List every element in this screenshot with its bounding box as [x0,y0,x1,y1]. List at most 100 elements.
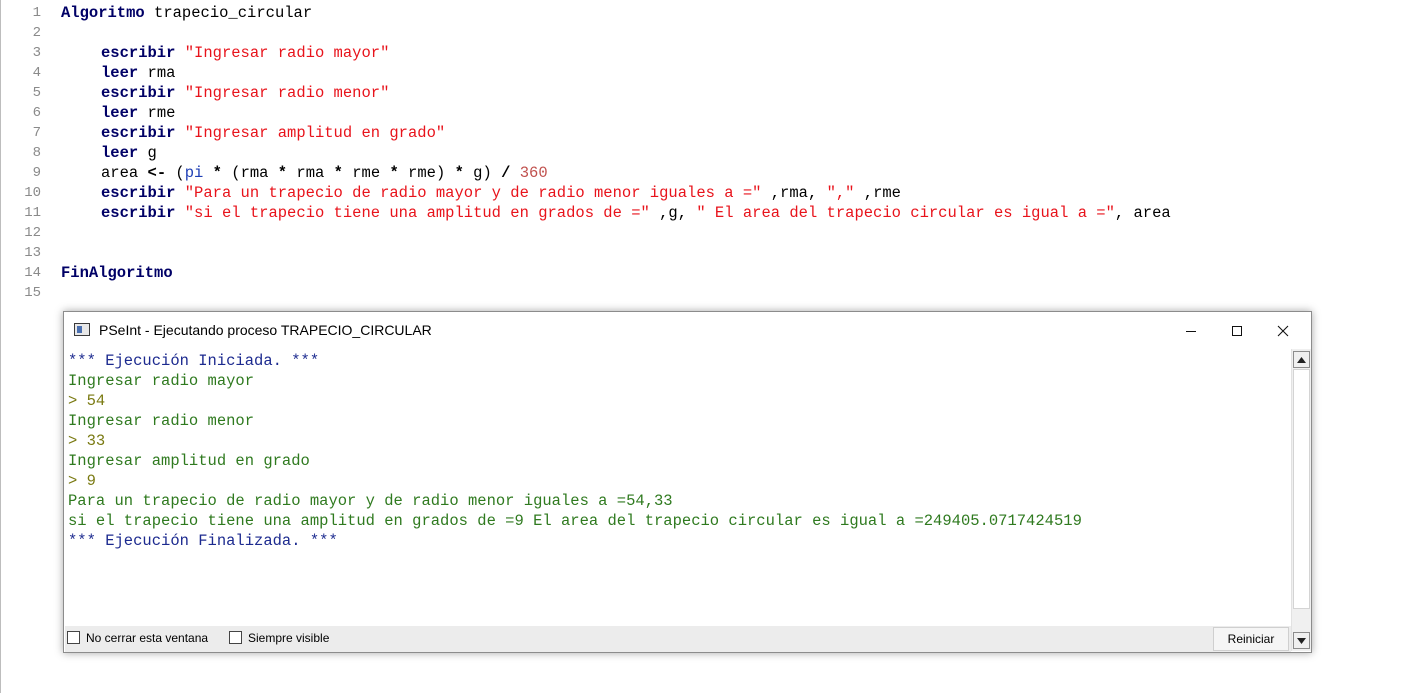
keyword: Algoritmo [61,4,145,22]
line-number: 3 [32,45,41,61]
string-literal: "si el trapecio tiene una amplitud en gr… [184,204,650,222]
always-visible-label[interactable]: Siempre visible [248,631,329,645]
line-number: 12 [24,225,41,241]
code-line-11[interactable]: escribir "si el trapecio tiene una ampli… [101,203,1171,223]
string-literal: "," [826,184,855,202]
operator: * [212,164,222,182]
code-text: rma [287,164,334,182]
number-literal: 360 [519,164,548,182]
code-text: g) [463,164,502,182]
line-number: 13 [24,245,41,261]
always-visible-checkbox[interactable] [229,631,242,644]
code-text: ,rme [854,184,901,202]
code-line-10[interactable]: escribir "Para un trapecio de radio mayo… [101,183,901,203]
line-number: 1 [32,5,41,21]
app-window-icon [74,323,90,336]
code-line-4[interactable]: leer rma [101,63,175,83]
keyword: FinAlgoritmo [61,264,173,282]
console-output[interactable]: *** Ejecución Iniciada. *** Ingresar rad… [65,349,1290,626]
code-text: , area [1114,204,1171,222]
code-line-6[interactable]: leer rme [101,103,175,123]
scrollbar-thumb[interactable] [1293,369,1310,609]
console-line: Ingresar radio menor [68,412,255,430]
operator: * [333,164,343,182]
line-number: 4 [32,65,41,81]
console-line: Para un trapecio de radio mayor y de rad… [68,492,673,510]
keyword: leer [101,144,139,162]
keyword: escribir [101,84,176,102]
close-button[interactable] [1260,312,1306,349]
code-text: rme [342,164,390,182]
maximize-button[interactable] [1214,312,1260,349]
line-number: 8 [32,145,41,161]
code-text: (rma [221,164,278,182]
line-number: 10 [24,185,41,201]
console-line: *** Ejecución Iniciada. *** [68,352,320,370]
line-number: 9 [32,165,41,181]
code-line-1[interactable]: Algoritmo trapecio_circular [61,3,312,23]
line-number: 14 [24,265,41,281]
arrow-down-icon [1297,637,1306,644]
title-bar[interactable]: PSeInt - Ejecutando proceso TRAPECIO_CIR… [64,312,1311,349]
identifier: rme [138,104,176,122]
identifier: rma [138,64,176,82]
identifier: trapecio_circular [144,4,313,22]
scroll-up-button[interactable] [1293,351,1310,368]
bottom-toolbar: No cerrar esta ventana Siempre visible R… [65,626,1291,652]
code-text: ( [166,164,185,182]
operator: * [389,164,399,182]
console-line: > 9 [68,472,96,490]
operator: * [277,164,288,182]
code-line-9[interactable]: area <- (pi * (rma * rma * rme * rme) * … [101,163,548,183]
code-text: ,g, [649,204,697,222]
keep-open-label[interactable]: No cerrar esta ventana [86,631,208,645]
line-number: 2 [32,25,41,41]
string-literal: "Ingresar amplitud en grado" [184,124,446,142]
assign-operator: <- [147,164,167,182]
line-number: 7 [32,125,41,141]
vertical-scrollbar[interactable] [1291,349,1311,651]
code-line-5[interactable]: escribir "Ingresar radio menor" [101,83,389,103]
window-title: PSeInt - Ejecutando proceso TRAPECIO_CIR… [99,322,432,338]
maximize-icon [1232,325,1242,336]
keyword: escribir [101,124,176,142]
arrow-up-icon [1297,356,1306,363]
string-literal: "Ingresar radio menor" [184,84,390,102]
line-number: 6 [32,105,41,121]
minimize-button[interactable] [1168,312,1214,349]
identifier: g [138,144,157,162]
scroll-down-button[interactable] [1293,632,1310,649]
execution-window[interactable]: PSeInt - Ejecutando proceso TRAPECIO_CIR… [63,311,1312,653]
console-line: Ingresar radio mayor [68,372,255,390]
line-number: 5 [32,85,41,101]
keyword: escribir [101,44,176,62]
identifier: area [101,164,148,182]
string-literal: "Ingresar radio mayor" [184,44,390,62]
console-line: Ingresar amplitud en grado [68,452,310,470]
keyword: leer [101,64,139,82]
string-literal: "Para un trapecio de radio mayor y de ra… [184,184,762,202]
line-number: 15 [24,285,41,301]
minimize-icon [1186,330,1196,332]
keep-open-checkbox[interactable] [67,631,80,644]
restart-button[interactable]: Reiniciar [1213,627,1289,651]
operator: * [454,164,464,182]
code-line-3[interactable]: escribir "Ingresar radio mayor" [101,43,389,63]
keyword: escribir [101,184,176,202]
code-line-8[interactable]: leer g [101,143,157,163]
keyword: escribir [101,204,176,222]
constant: pi [184,164,204,182]
string-literal: " El area del trapecio circular es igual… [696,204,1115,222]
keyword: leer [101,104,139,122]
console-line: > 54 [68,392,106,410]
code-line-14[interactable]: FinAlgoritmo [61,263,173,283]
code-line-7[interactable]: escribir "Ingresar amplitud en grado" [101,123,445,143]
console-line: > 33 [68,432,106,450]
console-line: *** Ejecución Finalizada. *** [68,532,338,550]
operator: / [501,164,511,182]
line-number: 11 [24,205,41,221]
console-line: si el trapecio tiene una amplitud en gra… [68,512,1082,530]
code-text: rme) [398,164,455,182]
